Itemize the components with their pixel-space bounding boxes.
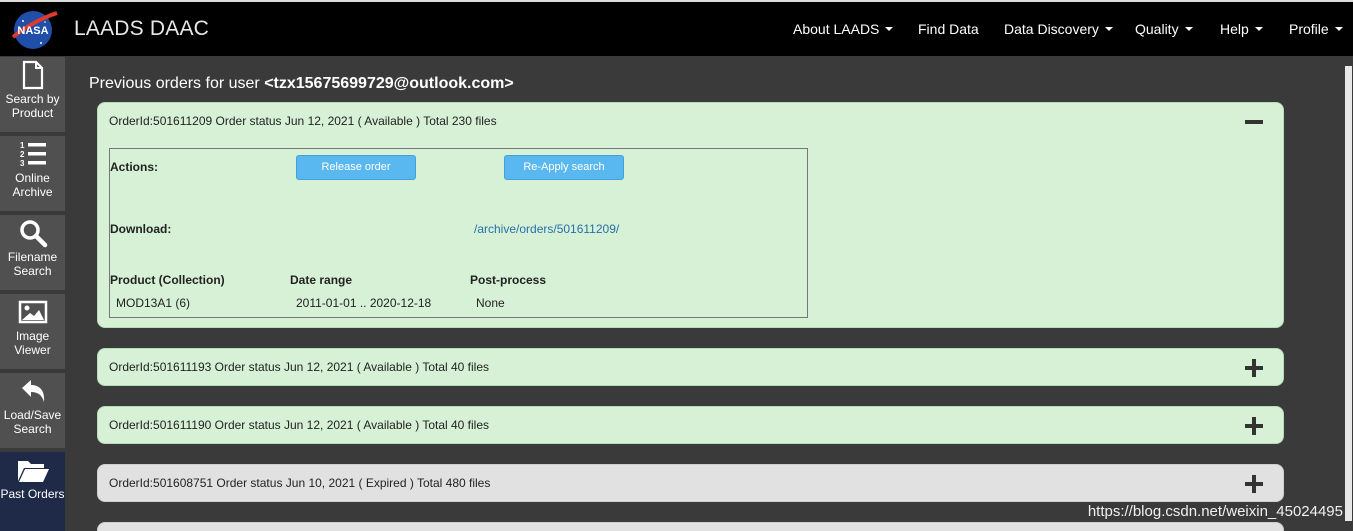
brand-title[interactable]: LAADS DAAC xyxy=(74,17,209,41)
sidebar-item-past-orders[interactable]: Past Orders xyxy=(0,452,65,531)
order-panel: OrderId:501611209 Order status Jun 12, 2… xyxy=(97,102,1284,328)
page-title-prefix: Previous orders for user xyxy=(89,75,265,92)
watermark-text: https://blog.csdn.net/weixin_45024495 xyxy=(1087,503,1343,520)
order-summary[interactable]: OrderId:501611193 Order status Jun 12, 2… xyxy=(109,360,489,374)
nav-about-laads[interactable]: About LAADS xyxy=(793,21,894,37)
sidebar-item-label: Image Viewer xyxy=(14,329,51,357)
order-panel: OrderId:501611190 Order status Jun 12, 2… xyxy=(97,406,1284,444)
caret-down-icon xyxy=(1184,27,1193,32)
column-header-product: Product (Collection) xyxy=(110,273,225,287)
column-header-post-process: Post-process xyxy=(470,273,547,287)
page-title: Previous orders for user <tzx15675699729… xyxy=(89,75,514,93)
caret-down-icon xyxy=(1254,27,1263,32)
sidebar-item-filename-search[interactable]: Filename Search xyxy=(0,215,65,290)
folder-open-icon xyxy=(17,461,49,482)
expand-plus-icon[interactable] xyxy=(1243,473,1265,495)
sidebar-item-label: Search by Product xyxy=(5,92,60,120)
actions-label: Actions: xyxy=(110,160,158,174)
sidebar-item-load-save-search[interactable]: Load/Save Search xyxy=(0,373,65,448)
expand-plus-icon[interactable] xyxy=(1243,415,1265,437)
order-panel xyxy=(97,522,1284,531)
sidebar-item-label: Past Orders xyxy=(0,487,65,501)
sidebar-item-label: Online Archive xyxy=(12,171,53,199)
image-icon xyxy=(18,300,47,324)
scrollbar-thumb[interactable] xyxy=(1345,66,1352,521)
order-detail-table: Actions: Release order Re-Apply search D… xyxy=(109,148,808,318)
sidebar-item-label: Load/Save Search xyxy=(3,408,62,436)
reapply-search-button[interactable]: Re-Apply search xyxy=(504,155,624,180)
user-email: <tzx15675699729@outlook.com> xyxy=(264,75,514,92)
download-link[interactable]: /archive/orders/501611209/ xyxy=(474,222,619,236)
nav-label: Quality xyxy=(1135,21,1179,37)
order-summary[interactable]: OrderId:501611209 Order status Jun 12, 2… xyxy=(109,114,497,128)
cell-product: MOD13A1 (6) xyxy=(116,296,191,310)
sidebar-item-label: Filename Search xyxy=(7,250,58,278)
svg-text:NASA: NASA xyxy=(17,25,48,37)
top-navbar: NASA LAADS DAAC About LAADS Find Data Da… xyxy=(0,0,1353,56)
nav-label: About LAADS xyxy=(793,21,880,37)
nav-quality[interactable]: Quality xyxy=(1135,21,1193,37)
nav-help[interactable]: Help xyxy=(1220,21,1263,37)
collapse-minus-icon[interactable] xyxy=(1243,111,1265,133)
nav-data-discovery[interactable]: Data Discovery xyxy=(1004,21,1113,37)
file-icon xyxy=(22,60,43,90)
undo-arrow-icon xyxy=(21,380,44,402)
page-scrollbar[interactable] xyxy=(1344,56,1353,531)
numbered-list-icon: 1 2 3 xyxy=(20,141,46,168)
caret-down-icon xyxy=(1104,27,1113,32)
nav-label: Find Data xyxy=(918,21,979,37)
nav-find-data[interactable]: Find Data xyxy=(918,21,979,37)
order-panel: OrderId:501611193 Order status Jun 12, 2… xyxy=(97,348,1284,386)
expand-plus-icon[interactable] xyxy=(1243,357,1265,379)
cell-post-process: None xyxy=(476,296,505,310)
caret-down-icon xyxy=(1334,27,1343,32)
caret-down-icon xyxy=(885,27,894,32)
magnifier-icon xyxy=(19,220,47,248)
sidebar-item-image-viewer[interactable]: Image Viewer xyxy=(0,294,65,369)
sidebar-item-search-by-product[interactable]: Search by Product xyxy=(0,57,65,132)
nav-label: Help xyxy=(1220,21,1249,37)
nav-profile[interactable]: Profile xyxy=(1289,21,1343,37)
svg-text:1: 1 xyxy=(20,141,25,150)
column-header-date-range: Date range xyxy=(290,273,353,287)
svg-text:3: 3 xyxy=(20,159,25,168)
nasa-logo-icon[interactable]: NASA xyxy=(11,7,59,51)
sidebar: Search by Product 1 2 3 Online Archive F… xyxy=(0,56,65,531)
order-summary[interactable]: OrderId:501608751 Order status Jun 10, 2… xyxy=(109,476,490,490)
download-label: Download: xyxy=(110,222,172,236)
nav-label: Data Discovery xyxy=(1004,21,1099,37)
release-order-button[interactable]: Release order xyxy=(296,155,416,180)
sidebar-item-online-archive[interactable]: 1 2 3 Online Archive xyxy=(0,136,65,211)
nav-label: Profile xyxy=(1289,21,1329,37)
cell-date-range: 2011-01-01 .. 2020-12-18 xyxy=(296,296,432,310)
svg-text:2: 2 xyxy=(20,150,25,159)
order-panel: OrderId:501608751 Order status Jun 10, 2… xyxy=(97,464,1284,502)
order-summary[interactable]: OrderId:501611190 Order status Jun 12, 2… xyxy=(109,418,489,432)
